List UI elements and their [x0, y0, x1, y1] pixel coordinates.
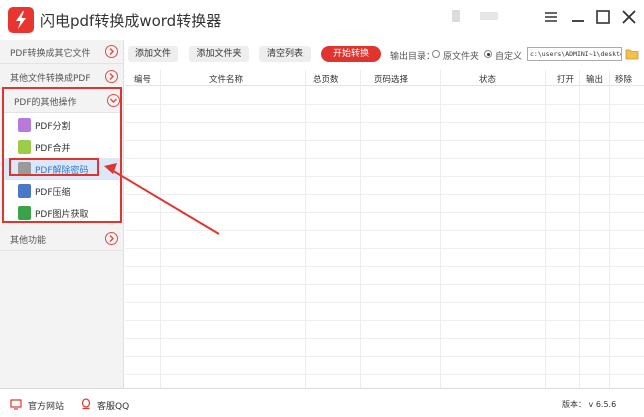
sidebar-item-label: PDF压缩	[35, 188, 71, 198]
column-divider	[440, 70, 441, 388]
sidebar-item-other-functions[interactable]: 其他功能	[0, 227, 124, 251]
chevron-down-icon	[107, 94, 120, 107]
customer-service-qq-link[interactable]: 客服QQ	[97, 399, 129, 412]
sidebar-group-header[interactable]: PDF的其他操作	[4, 89, 120, 113]
merge-icon	[18, 140, 31, 154]
sidebar-item-label: PDF合并	[35, 144, 71, 154]
status-bar: 官方网站 客服QQ 版本： v 6.5.6	[0, 388, 644, 417]
sidebar-item-pdf-compress[interactable]: PDF压缩	[4, 180, 120, 202]
highlight-box	[9, 158, 99, 176]
sidebar-item-pdf-merge[interactable]: PDF合并	[4, 136, 120, 158]
column-header: 输出	[586, 75, 604, 85]
output-dir-label: 输出目录：	[390, 52, 436, 62]
table-header: 编号 文件名称 总页数 页码选择 状态 打开 输出 移除	[125, 70, 644, 86]
column-header: 总页数	[313, 75, 339, 85]
column-header: 状态	[479, 75, 497, 85]
radio-custom-label: 自定义	[495, 52, 523, 62]
compress-icon	[18, 184, 31, 198]
folder-icon[interactable]	[625, 48, 639, 60]
column-header: 打开	[557, 75, 575, 85]
start-convert-button[interactable]: 开始转换	[321, 46, 381, 62]
sidebar: PDF转换成其它文件 其他文件转换成PDF PDF的其他操作 PDF分割 PDF…	[0, 40, 124, 388]
menu-icon[interactable]	[540, 6, 562, 28]
column-divider	[545, 70, 546, 388]
sidebar-item-label: 其他文件转换成PDF	[10, 74, 91, 84]
output-path-input[interactable]: c:\users\ADMINI~1\desktop	[527, 47, 622, 61]
split-icon	[18, 118, 31, 132]
blurred-mark	[480, 12, 498, 20]
column-header: 移除	[615, 75, 633, 85]
file-table: 编号 文件名称 总页数 页码选择 状态 打开 输出 移除	[125, 70, 644, 388]
clear-list-button[interactable]: 清空列表	[259, 46, 311, 62]
radio-custom-folder[interactable]	[484, 50, 492, 58]
version-text: 版本： v 6.5.6	[562, 400, 617, 409]
add-file-button[interactable]: 添加文件	[128, 46, 178, 62]
app-title: 闪电pdf转换成word转换器	[40, 12, 222, 30]
column-divider	[579, 70, 580, 388]
sidebar-item-label: PDF转换成其它文件	[10, 49, 91, 59]
close-icon[interactable]	[618, 6, 640, 28]
app-logo-icon	[8, 7, 34, 33]
add-folder-button[interactable]: 添加文件夹	[189, 46, 249, 62]
image-extract-icon	[18, 206, 31, 220]
maximize-icon[interactable]	[592, 6, 614, 28]
sidebar-item-pdf-image-extract[interactable]: PDF图片获取	[4, 202, 120, 224]
sidebar-group-pdf-other-ops: PDF的其他操作 PDF分割 PDF合并 PDF解除密码 PDF压缩 PDF图片…	[2, 87, 122, 223]
chevron-right-icon	[105, 70, 118, 83]
chevron-right-icon	[105, 232, 118, 245]
main-panel: 添加文件 添加文件夹 清空列表 开始转换 输出目录： 原文件夹 自定义 c:\u…	[125, 40, 644, 388]
sidebar-item-pdf-split[interactable]: PDF分割	[4, 114, 120, 136]
column-header: 编号	[134, 75, 152, 85]
column-header: 文件名称	[209, 75, 244, 85]
minimize-icon[interactable]	[567, 6, 589, 28]
blurred-mark	[452, 10, 460, 22]
official-website-link[interactable]: 官方网站	[28, 399, 64, 412]
radio-original-label: 原文件夹	[443, 52, 480, 62]
sidebar-item-other-to-pdf[interactable]: 其他文件转换成PDF	[0, 65, 124, 89]
column-divider	[305, 70, 306, 388]
chevron-right-icon	[105, 45, 118, 58]
sidebar-group-label: PDF的其他操作	[14, 98, 77, 108]
radio-original-folder[interactable]	[432, 50, 440, 58]
column-header: 页码选择	[374, 75, 409, 85]
sidebar-item-label: PDF分割	[35, 122, 71, 132]
title-bar: 闪电pdf转换成word转换器	[0, 0, 644, 40]
column-divider	[360, 70, 361, 388]
toolbar: 添加文件 添加文件夹 清空列表 开始转换 输出目录： 原文件夹 自定义 c:\u…	[125, 40, 644, 68]
sidebar-item-label: PDF图片获取	[35, 210, 89, 220]
sidebar-item-label: 其他功能	[10, 236, 47, 246]
sidebar-item-pdf-to-other[interactable]: PDF转换成其它文件	[0, 40, 124, 64]
qq-icon	[80, 398, 92, 410]
table-body	[125, 87, 644, 388]
column-divider	[609, 70, 610, 388]
website-icon	[10, 398, 22, 410]
column-divider	[160, 70, 161, 388]
